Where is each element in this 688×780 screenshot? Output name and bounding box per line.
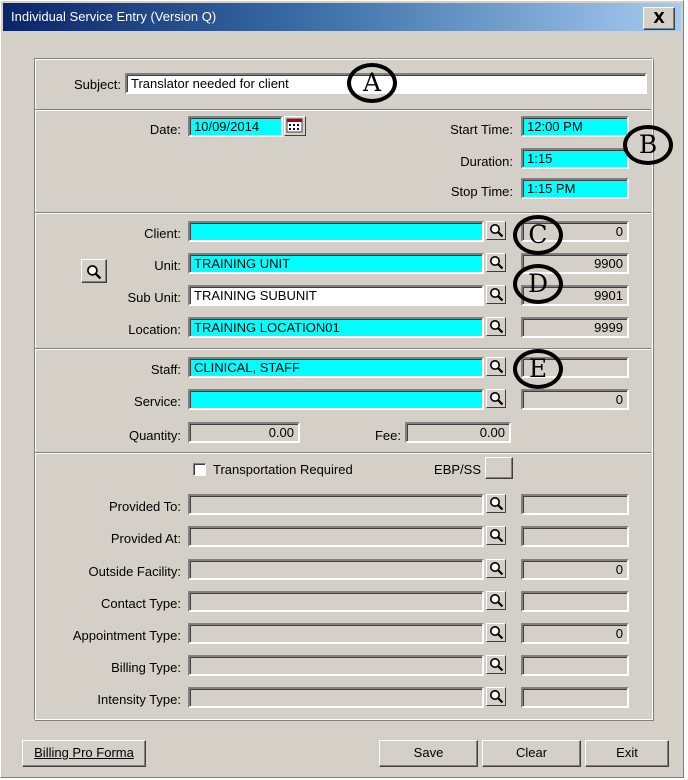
staff-lookup-icon[interactable] [486,357,506,376]
duration-input[interactable]: 1:15 [521,148,629,169]
location-lookup-icon[interactable] [486,317,506,336]
transportation-checkbox[interactable] [193,463,206,476]
stop-time-label: Stop Time: [450,184,513,199]
other-row-input[interactable] [188,591,484,612]
service-label: Service: [134,394,181,409]
other-row-input[interactable] [188,623,484,644]
save-button[interactable]: Save [379,740,478,767]
date-input[interactable]: 10/09/2014 [188,116,283,137]
other-row-label: Outside Facility: [88,564,181,579]
staff-label: Staff: [150,362,181,377]
billing-pro-forma-button[interactable]: Billing Pro Forma [22,740,146,767]
client-label: Client: [144,226,181,241]
separator [35,348,651,350]
subunit-label: Sub Unit: [127,290,181,305]
other-row-code [521,655,629,676]
unit-input[interactable]: TRAINING UNIT [188,253,484,274]
service-entry-window: Individual Service Entry (Version Q) X S… [0,0,684,778]
other-row-code [521,687,629,708]
subject-label: Subject: [74,77,121,92]
start-time-input[interactable]: 12:00 PM [521,116,629,137]
ebp-label: EBP/SS [434,462,481,477]
transportation-label: Transportation Required [213,462,353,477]
other-row-input[interactable] [188,655,484,676]
location-code: 9999 [521,317,629,338]
other-row-code [521,526,629,547]
close-button[interactable]: X [643,7,675,30]
callout-b: B [623,125,673,165]
stop-time-input[interactable]: 1:15 PM [521,178,629,199]
title-bar: Individual Service Entry (Version Q) X [3,3,681,31]
callout-a: A [347,63,397,103]
unit-label: Unit: [154,258,181,273]
other-row-code [521,591,629,612]
date-label: Date: [149,122,181,137]
other-row-input[interactable] [188,687,484,708]
service-lookup-icon[interactable] [486,389,506,408]
client-lookup-icon[interactable] [486,221,506,240]
callout-e: E [513,349,563,389]
separator [35,452,651,454]
lookup-icon[interactable] [486,526,506,545]
duration-label: Duration: [460,154,513,169]
callout-d: D [513,264,563,304]
other-row-label: Appointment Type: [72,628,181,643]
start-time-label: Start Time: [450,122,513,137]
lookup-icon[interactable] [486,623,506,642]
ebp-button[interactable] [485,457,513,479]
location-label: Location: [128,322,181,337]
lookup-icon[interactable] [486,494,506,513]
window-title: Individual Service Entry (Version Q) [11,9,217,24]
other-row-label: Contact Type: [101,596,181,611]
subunit-input[interactable]: TRAINING SUBUNIT [188,285,484,306]
other-row-input[interactable] [188,559,484,580]
quantity-field[interactable]: 0.00 [188,422,300,443]
lookup-icon[interactable] [486,655,506,674]
fee-field[interactable]: 0.00 [405,422,511,443]
other-row-input[interactable] [188,526,484,547]
separator [35,109,651,111]
other-row-code [521,494,629,515]
quantity-label: Quantity: [128,428,181,443]
other-row-input[interactable] [188,494,484,515]
lookup-icon[interactable] [486,559,506,578]
billing-pro-forma-label: Billing Pro Forma [34,745,134,760]
other-row-code: 0 [521,623,629,644]
lookup-icon[interactable] [486,591,506,610]
other-row-label: Provided To: [108,499,181,514]
service-code: 0 [521,389,629,410]
clear-button[interactable]: Clear [482,740,581,767]
callout-c: C [513,215,563,255]
location-input[interactable]: TRAINING LOCATION01 [188,317,484,338]
staff-input[interactable]: CLINICAL, STAFF [188,357,484,378]
other-row-label: Intensity Type: [97,692,181,707]
other-row-label: Billing Type: [111,660,181,675]
calendar-icon[interactable] [284,116,306,136]
subunit-lookup-icon[interactable] [486,285,506,304]
client-input[interactable] [188,221,484,242]
other-row-label: Provided At: [110,531,181,546]
fee-label: Fee: [374,428,401,443]
unit-lookup-icon[interactable] [486,253,506,272]
separator [35,212,651,214]
service-input[interactable] [188,389,484,410]
lookup-icon[interactable] [486,687,506,706]
other-row-code: 0 [521,559,629,580]
exit-button[interactable]: Exit [585,740,669,767]
